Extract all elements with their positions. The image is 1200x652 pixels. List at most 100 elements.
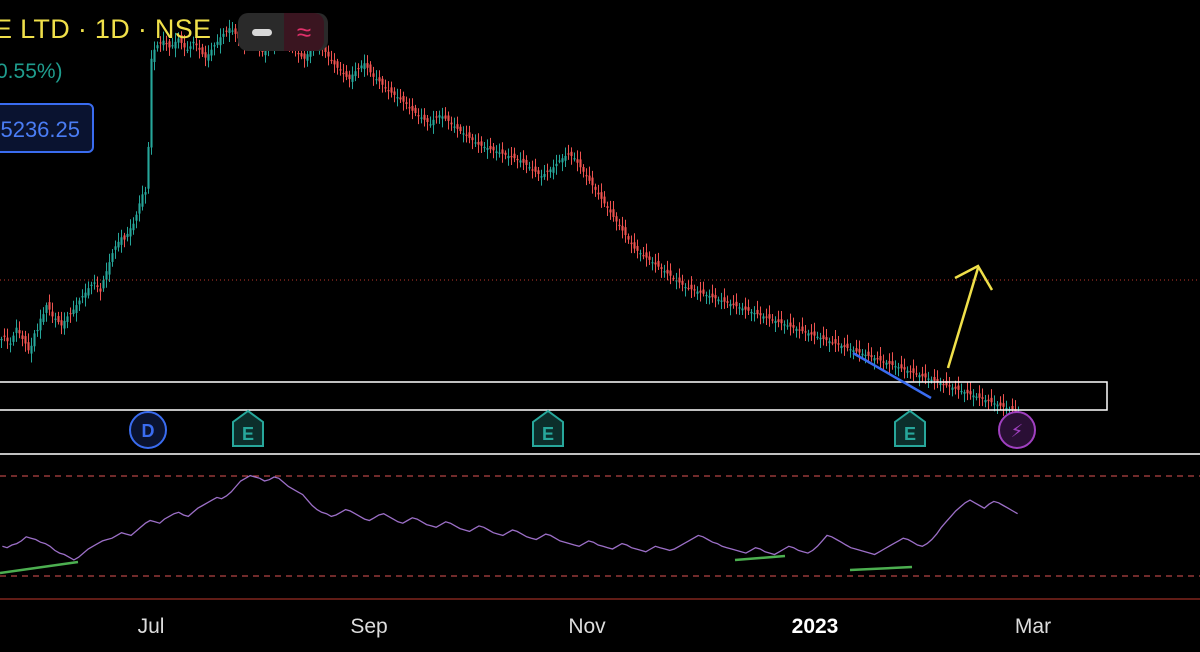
- candle-body: [384, 87, 387, 89]
- candle-body: [777, 319, 780, 323]
- candle-body: [114, 246, 117, 250]
- symbol-title[interactable]: E LTD · 1D · NSE: [0, 14, 211, 45]
- candle-body: [975, 396, 978, 398]
- candle-body: [231, 30, 234, 32]
- badge-label: E: [242, 424, 254, 444]
- candle-body: [732, 303, 735, 306]
- candle-body: [375, 79, 378, 81]
- candle-body: [852, 350, 855, 353]
- candle-body: [933, 376, 936, 381]
- candle-body: [807, 333, 810, 336]
- candle-body: [105, 271, 108, 280]
- candle-body: [420, 117, 423, 119]
- chart-toolbar-pill[interactable]: ≈: [238, 13, 328, 51]
- candle-body: [528, 167, 531, 169]
- candle-body: [666, 269, 669, 274]
- candle-body: [969, 391, 972, 395]
- candle-body: [60, 320, 63, 326]
- candle-body: [204, 52, 207, 58]
- candle-body: [99, 288, 102, 292]
- candle-body: [879, 355, 882, 361]
- candle-body: [189, 46, 192, 49]
- candle-body: [891, 361, 894, 365]
- minus-icon[interactable]: [252, 29, 272, 36]
- candle-body: [201, 47, 204, 55]
- dividend-badge[interactable]: D: [129, 411, 167, 449]
- candle-body: [744, 306, 747, 310]
- candle-body: [498, 152, 501, 154]
- candle-body: [426, 118, 429, 123]
- candle-body: [471, 137, 474, 141]
- candle-body: [918, 375, 921, 378]
- candle-body: [960, 390, 963, 393]
- candle-body: [759, 313, 762, 316]
- candle-body: [18, 330, 21, 334]
- candle-body: [138, 203, 141, 214]
- candle-body: [396, 97, 399, 99]
- candle-body: [390, 87, 393, 93]
- candle-body: [504, 152, 507, 155]
- candle-body: [141, 194, 144, 207]
- candle-body: [75, 305, 78, 313]
- candle-body: [567, 153, 570, 155]
- candle-body: [921, 373, 924, 377]
- candle-body: [699, 290, 702, 293]
- candle-body: [978, 393, 981, 398]
- candle-body: [468, 132, 471, 138]
- candle-body: [558, 160, 561, 162]
- candle-body: [573, 158, 576, 160]
- candle-body: [900, 364, 903, 369]
- x-tick-label: Jul: [137, 615, 165, 638]
- earnings-badge[interactable]: E: [894, 409, 926, 447]
- candle-body: [198, 47, 201, 50]
- candle-body: [612, 209, 615, 217]
- candle-body: [216, 41, 219, 45]
- candle-body: [171, 45, 174, 47]
- candle-body: [12, 335, 15, 342]
- candle-body: [939, 383, 942, 386]
- candle-body: [213, 45, 216, 47]
- candle-body: [804, 331, 807, 333]
- candle-body: [660, 267, 663, 269]
- wave-icon[interactable]: ≈: [284, 13, 324, 51]
- candle-body: [438, 115, 441, 118]
- candle-body: [747, 307, 750, 311]
- candle-body: [990, 397, 993, 403]
- candle-body: [435, 116, 438, 118]
- candle-body: [348, 74, 351, 80]
- candle-body: [798, 329, 801, 331]
- candle-body: [888, 360, 891, 364]
- candle-body: [711, 293, 714, 298]
- candle-body: [972, 395, 975, 398]
- earnings-badge[interactable]: E: [532, 409, 564, 447]
- flash-badge[interactable]: ⚡: [998, 411, 1036, 449]
- candle-body: [783, 324, 786, 326]
- candle-body: [645, 252, 648, 258]
- earnings-badge[interactable]: E: [232, 409, 264, 447]
- candle-body: [363, 63, 366, 69]
- candle-body: [873, 358, 876, 361]
- candle-body: [834, 339, 837, 344]
- candle-body: [525, 159, 528, 165]
- candle-body: [870, 355, 873, 358]
- candle-body: [117, 241, 120, 248]
- candle-body: [354, 71, 357, 77]
- candle-body: [894, 366, 897, 368]
- candle-body: [54, 318, 57, 320]
- candlestick-chart[interactable]: D E E E ⚡: [0, 0, 1200, 652]
- x-tick-label: Mar: [1014, 615, 1052, 638]
- candle-body: [69, 313, 72, 315]
- candle-body: [708, 296, 711, 298]
- candle-body: [912, 368, 915, 373]
- candle-body: [771, 319, 774, 321]
- candle-body: [369, 64, 372, 73]
- candle-body: [531, 169, 534, 171]
- candle-body: [672, 277, 675, 280]
- candle-body: [648, 256, 651, 260]
- candle-body: [459, 126, 462, 132]
- candle-body: [93, 282, 96, 284]
- candle-body: [768, 314, 771, 319]
- candle-body: [483, 146, 486, 149]
- candle-body: [876, 358, 879, 360]
- price-label-box[interactable]: 5236.25: [0, 103, 94, 153]
